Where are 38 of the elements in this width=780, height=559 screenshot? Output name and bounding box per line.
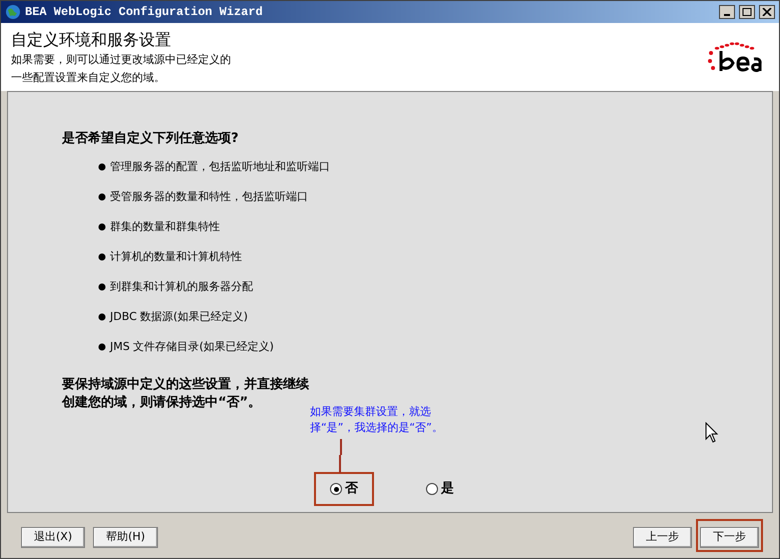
annotation-text: 如果需要集群设置，就选 择“是”，我选择的是“否”。 <box>310 404 444 436</box>
bullet-icon <box>98 163 106 171</box>
wizard-button[interactable]: 退出(X) <box>21 526 86 548</box>
wizard-button[interactable]: 下一步 <box>700 526 759 548</box>
option-item: JDBC 数据源(如果已经定义) <box>110 308 248 325</box>
wizard-button[interactable]: 帮助(H) <box>93 526 158 548</box>
radio-button[interactable] <box>426 483 438 495</box>
page-subtitle: 一些配置设置来自定义您的域。 <box>11 70 166 86</box>
maximize-button[interactable] <box>739 5 755 19</box>
globe-icon <box>5 4 21 20</box>
bullet-icon <box>98 223 106 231</box>
maximize-icon <box>742 8 752 16</box>
leader-line <box>339 439 343 473</box>
mouse-cursor-icon <box>705 422 719 444</box>
bullet-icon <box>98 253 106 261</box>
option-item: JMS 文件存储目录(如果已经定义) <box>110 338 274 355</box>
option-item: 到群集和计算机的服务器分配 <box>110 278 253 295</box>
option-item: 受管服务器的数量和特性，包括监听端口 <box>110 188 308 205</box>
page-title: 自定义环境和服务设置 <box>11 29 172 51</box>
bullet-icon <box>98 313 106 321</box>
close-icon <box>762 8 772 16</box>
radio-button[interactable] <box>330 483 342 495</box>
page-subtitle: 如果需要，则可以通过更改域源中已经定义的 <box>11 52 231 68</box>
question-text: 是否希望自定义下列任意选项? <box>62 130 240 148</box>
instruction-text: 要保持域源中定义的这些设置，并直接继续 <box>62 376 309 394</box>
window-title: BEA WebLogic Configuration Wizard <box>25 4 264 21</box>
option-item: 计算机的数量和计算机特性 <box>110 248 242 265</box>
instruction-text: 创建您的域，则请保持选中“否”。 <box>62 394 262 412</box>
bullet-icon <box>98 283 106 291</box>
minimize-button[interactable] <box>719 5 735 19</box>
bullet-icon <box>98 193 106 201</box>
wizard-button[interactable]: 上一步 <box>633 526 692 548</box>
bullet-icon <box>98 343 106 351</box>
option-item: 群集的数量和群集特性 <box>110 218 220 235</box>
radio-option[interactable]: 是 <box>410 472 470 506</box>
option-item: 管理服务器的配置，包括监听地址和监听端口 <box>110 158 330 175</box>
close-button[interactable] <box>759 5 775 19</box>
radio-option[interactable]: 否 <box>314 472 374 506</box>
